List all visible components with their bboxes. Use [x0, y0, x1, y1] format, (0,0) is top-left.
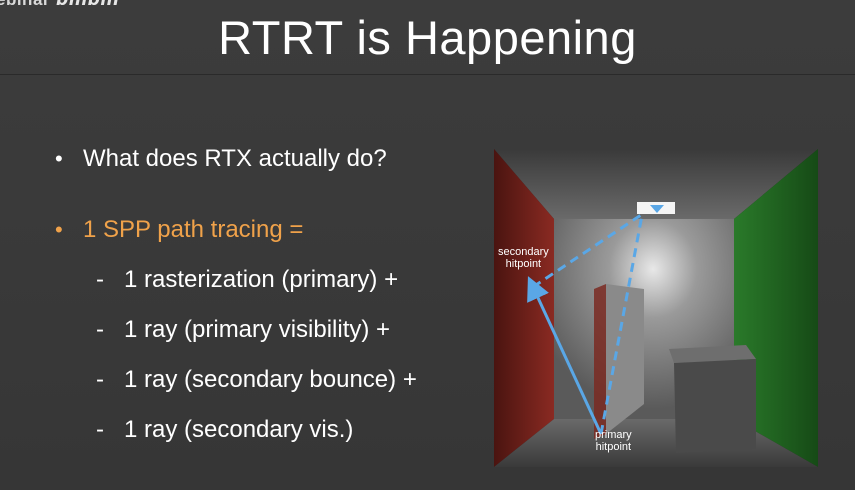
- label-line: hitpoint: [505, 258, 542, 270]
- divider: [0, 74, 855, 75]
- secondary-hitpoint-label: secondary hitpoint: [498, 246, 549, 270]
- short-box-front: [674, 359, 756, 453]
- label-line: secondary: [498, 246, 549, 258]
- sub-dash: -: [96, 416, 104, 443]
- bullet-text: 1 SPP path tracing =: [83, 216, 304, 243]
- bullet-dot: •: [55, 217, 63, 242]
- sub-text: 1 ray (primary visibility) +: [124, 316, 391, 343]
- sub-text: 1 ray (secondary vis.): [124, 416, 354, 443]
- label-line: hitpoint: [595, 441, 632, 453]
- cornell-box-figure: secondary hitpoint primary hitpoint: [494, 149, 818, 467]
- slide: ebinar bilibili RTRT is Happening • What d…: [0, 0, 855, 490]
- label-line: primary: [595, 429, 632, 441]
- cornell-box-svg: [494, 149, 818, 467]
- bullet-item: • 1 SPP path tracing =: [55, 216, 303, 244]
- primary-hitpoint-label: primary hitpoint: [595, 429, 632, 453]
- bilibili-logo: bilibili: [56, 0, 120, 10]
- bullet-item: • What does RTX actually do?: [55, 145, 387, 173]
- sub-text: 1 rasterization (primary) +: [124, 266, 399, 293]
- sub-dash: -: [96, 266, 104, 293]
- watermark: ebinar bilibili: [0, 0, 119, 10]
- sub-dash: -: [96, 316, 104, 343]
- sub-item: -1 ray (secondary bounce) +: [96, 366, 417, 394]
- sub-item: -1 rasterization (primary) +: [96, 266, 398, 294]
- watermark-text: ebinar: [0, 0, 50, 9]
- sub-dash: -: [96, 366, 104, 393]
- slide-title: RTRT is Happening: [218, 11, 637, 64]
- sub-item: -1 ray (secondary vis.): [96, 416, 353, 444]
- sub-text: 1 ray (secondary bounce) +: [124, 366, 417, 393]
- bullet-text: What does RTX actually do?: [83, 145, 387, 172]
- sub-item: -1 ray (primary visibility) +: [96, 316, 390, 344]
- bullet-dot: •: [55, 146, 63, 171]
